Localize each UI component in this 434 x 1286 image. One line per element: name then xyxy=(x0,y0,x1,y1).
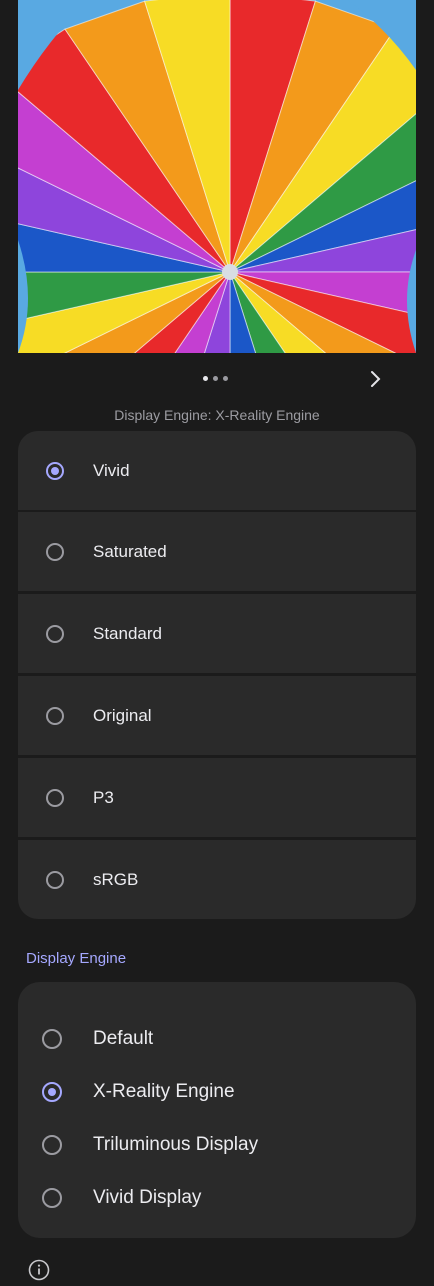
color-mode-option-p3[interactable]: P3 xyxy=(18,758,416,837)
engine-option-triluminous[interactable]: Triluminous Display xyxy=(18,1120,416,1170)
display-engine-heading: Display Engine xyxy=(26,950,127,967)
option-label: Triluminous Display xyxy=(93,1134,259,1155)
color-mode-option-vivid[interactable]: Vivid xyxy=(18,431,416,510)
option-label: Vivid Display xyxy=(93,1187,202,1208)
option-label: Vivid xyxy=(93,460,130,480)
info-button[interactable] xyxy=(28,1259,50,1281)
option-label: Standard xyxy=(93,623,162,643)
radio-button[interactable] xyxy=(42,1135,62,1155)
radio-button[interactable] xyxy=(46,706,64,725)
option-label: Saturated xyxy=(93,541,167,561)
preview-image xyxy=(18,0,416,353)
engine-option-x-reality[interactable]: X-Reality Engine xyxy=(18,1067,416,1117)
display-engine-card: Default X-Reality Engine Triluminous Dis… xyxy=(18,982,416,1238)
option-label: P3 xyxy=(93,787,114,807)
page-dot xyxy=(213,376,218,381)
color-mode-option-saturated[interactable]: Saturated xyxy=(18,512,416,591)
page-dot xyxy=(223,376,228,381)
radio-button[interactable] xyxy=(46,461,64,480)
page-indicator[interactable] xyxy=(203,376,228,381)
option-label: sRGB xyxy=(93,869,139,889)
color-mode-option-srgb[interactable]: sRGB xyxy=(18,840,416,919)
canopy-center xyxy=(222,264,238,280)
engine-option-vivid-display[interactable]: Vivid Display xyxy=(18,1173,416,1223)
preview-pager xyxy=(0,368,434,390)
radio-button[interactable] xyxy=(42,1029,62,1049)
color-mode-option-standard[interactable]: Standard xyxy=(18,594,416,673)
page-dot xyxy=(203,376,208,381)
radio-button[interactable] xyxy=(46,542,64,561)
radio-button[interactable] xyxy=(46,870,64,889)
option-label: Original xyxy=(93,705,152,725)
radio-button[interactable] xyxy=(42,1082,62,1102)
radio-button[interactable] xyxy=(42,1188,62,1208)
option-label: X-Reality Engine xyxy=(93,1081,235,1102)
radio-button[interactable] xyxy=(46,788,64,807)
preview-caption: Display Engine: X-Reality Engine xyxy=(114,407,320,423)
parachute-image xyxy=(18,0,416,353)
radio-button[interactable] xyxy=(46,624,64,643)
info-icon xyxy=(28,1259,50,1281)
chevron-right-icon xyxy=(371,371,381,387)
next-preview-button[interactable] xyxy=(366,369,386,389)
engine-option-default[interactable]: Default xyxy=(18,1014,416,1064)
option-label: Default xyxy=(93,1028,154,1049)
color-mode-option-original[interactable]: Original xyxy=(18,676,416,755)
